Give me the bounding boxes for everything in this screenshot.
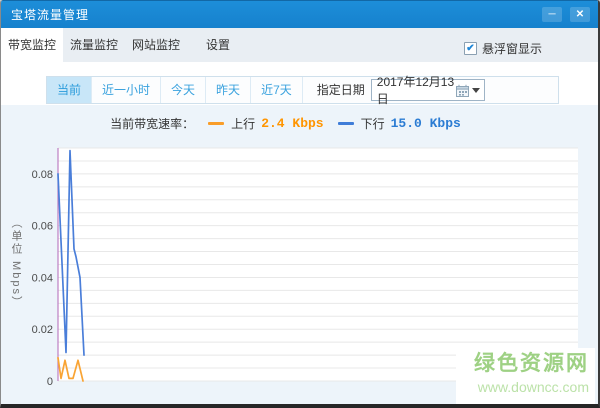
tab-settings[interactable]: 设置 [187,28,249,62]
tab-website-monitor[interactable]: 网站监控 [125,28,187,62]
upload-value: 2.4 Kbps [261,116,324,131]
floating-window-toggle[interactable]: ✔ 悬浮窗显示 [463,40,542,57]
minimize-button[interactable]: ─ [542,7,562,22]
download-label: 下行 [360,117,385,131]
upload-label: 上行 [231,117,256,131]
svg-text:0.08: 0.08 [32,169,53,181]
close-button[interactable]: ✕ [570,7,590,22]
bandwidth-legend: 当前带宽速率： 上行 2.4 Kbps 下行 15.0 Kbps [1,115,584,132]
range-button-last-7-days[interactable]: 近7天 [251,77,303,103]
download-value: 15.0 Kbps [390,116,461,131]
download-line-swatch-icon [337,122,354,125]
date-dropdown-caret-icon[interactable] [471,87,480,93]
legend-title: 当前带宽速率： [110,117,195,131]
range-button-last-hour[interactable]: 近一小时 [92,77,162,103]
range-button-today[interactable]: 今天 [161,77,207,103]
date-picker-input[interactable]: 2017年12月13日 [370,75,485,106]
floating-window-label: 悬浮窗显示 [481,42,542,56]
watermark: 绿色资源网 www.downcc.com [456,348,595,404]
upload-line-swatch-icon [208,122,225,125]
date-value: 2017年12月13日 [376,75,455,106]
range-button-yesterday[interactable]: 昨天 [206,77,252,103]
checkbox-checked-icon[interactable]: ✔ [463,42,477,55]
title-bar: 宝塔流量管理 ─ ✕ [1,0,598,28]
tab-bandwidth-monitor[interactable]: 带宽监控 [1,28,63,62]
window-controls: ─ ✕ [542,7,590,22]
watermark-site-url: www.downcc.com [477,379,589,395]
window-title: 宝塔流量管理 [11,8,90,22]
svg-text:0: 0 [47,376,53,388]
svg-text:0.06: 0.06 [32,221,53,233]
chart-pane: 当前带宽速率： 上行 2.4 Kbps 下行 15.0 Kbps （单位 Mbp… [1,105,598,404]
watermark-site-name: 绿色资源网 [474,352,589,375]
app-window: 宝塔流量管理 ─ ✕ 带宽监控 流量监控 网站监控 设置 ✔ 悬浮窗显示 当前 … [0,0,600,408]
date-picker-label: 指定日期 [316,83,365,97]
svg-text:0.02: 0.02 [32,324,53,336]
range-button-current[interactable]: 当前 [47,77,93,103]
time-range-toolbar: 当前 近一小时 今天 昨天 近7天 指定日期 2017年12月13日 [46,75,559,106]
tab-traffic-monitor[interactable]: 流量监控 [63,28,125,62]
svg-text:0.04: 0.04 [32,272,53,284]
calendar-icon[interactable] [455,84,469,97]
